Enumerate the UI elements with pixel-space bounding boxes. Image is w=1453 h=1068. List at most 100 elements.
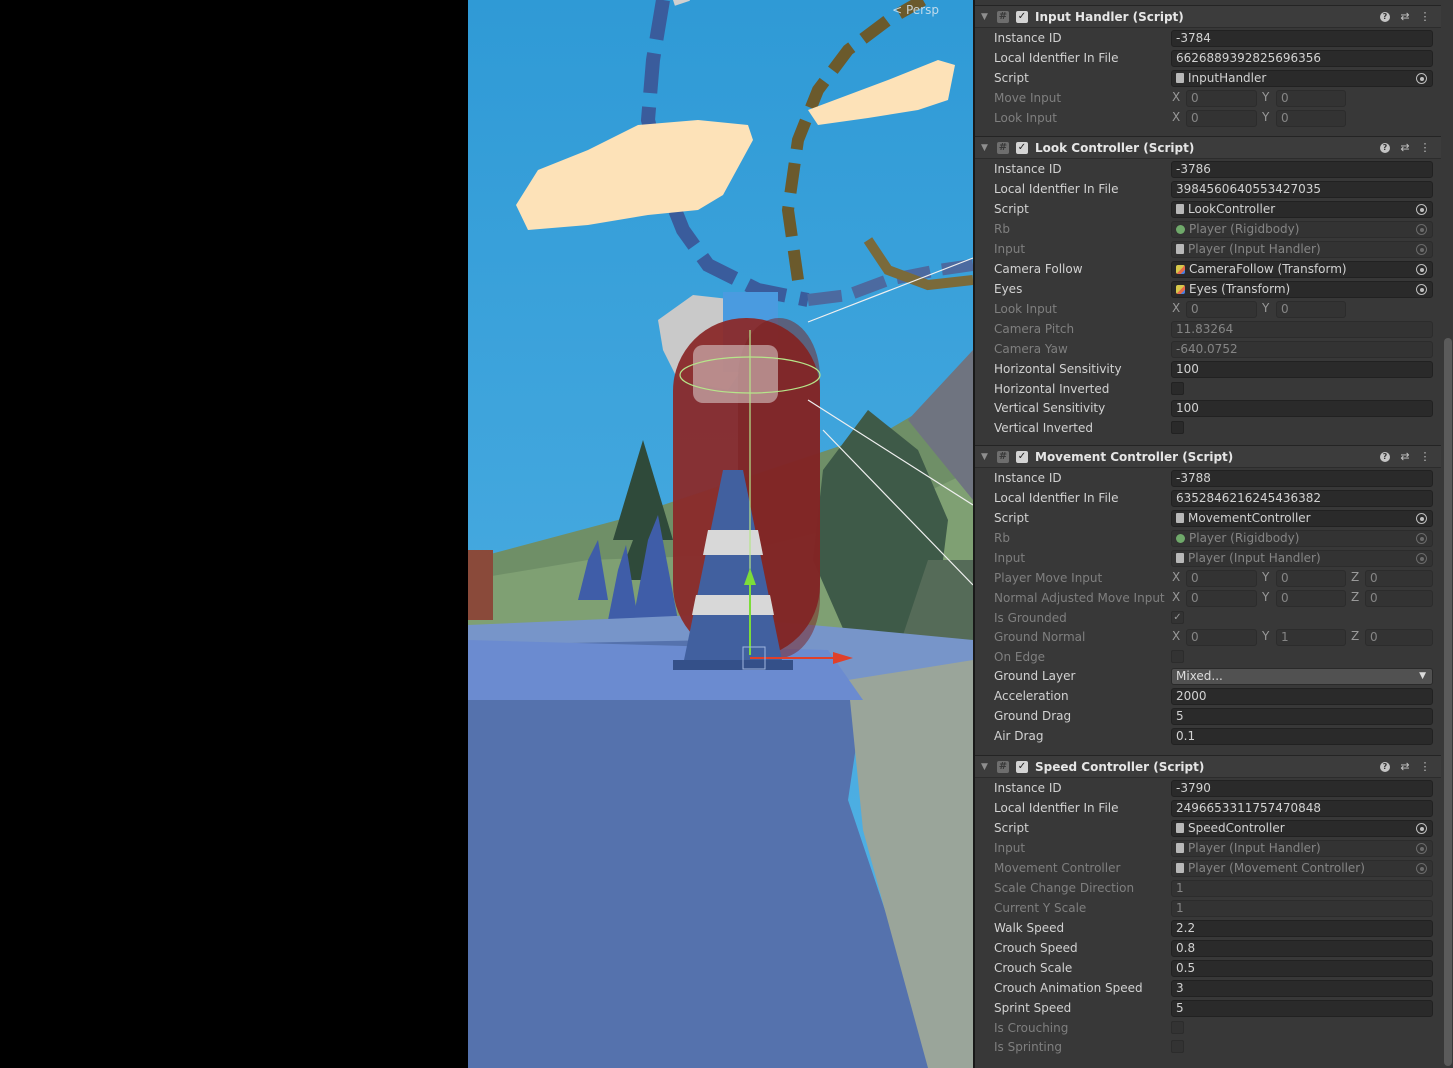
field-input-handler-move-input: Move Input X 0 Y 0: [975, 89, 1441, 109]
value-field[interactable]: -3786: [1171, 161, 1433, 178]
vector-x-field: 0: [1186, 629, 1257, 646]
object-field[interactable]: LookController: [1171, 201, 1433, 218]
object-picker-icon[interactable]: [1416, 244, 1427, 255]
chevron-down-icon: ▼: [1419, 671, 1426, 681]
preset-sliders-icon[interactable]: ⇄: [1395, 141, 1415, 154]
object-field[interactable]: CameraFollow (Transform): [1171, 261, 1433, 278]
scene-persp-label[interactable]: < Persp: [892, 3, 939, 17]
object-picker-icon[interactable]: [1416, 204, 1427, 215]
value-field[interactable]: 6626889392825696356: [1171, 50, 1433, 67]
object-picker-icon[interactable]: [1416, 513, 1427, 524]
value-field[interactable]: 0.8: [1171, 940, 1433, 957]
help-icon[interactable]: ?: [1380, 142, 1390, 153]
foldout-arrow-icon[interactable]: ▼: [981, 452, 991, 462]
help-icon[interactable]: ?: [1380, 11, 1390, 22]
preset-sliders-icon[interactable]: ⇄: [1395, 10, 1415, 23]
vector-x-field: 0: [1186, 90, 1257, 107]
field-look-controller-camera-pitch: Camera Pitch 11.83264: [975, 320, 1441, 340]
dropdown-value: Mixed...: [1176, 669, 1223, 683]
preset-sliders-icon[interactable]: ⇄: [1395, 450, 1415, 463]
scene-view[interactable]: < Persp: [468, 0, 973, 1068]
component-header-look-controller[interactable]: ▼ # ✓ Look Controller (Script)? ⇄ ⋮: [975, 136, 1441, 159]
x-axis-label: X: [1172, 90, 1181, 104]
empty-panel: [0, 0, 468, 1068]
checkbox: [1171, 1021, 1184, 1034]
value-field[interactable]: 6352846216245436382: [1171, 490, 1433, 507]
component-enabled-checkbox[interactable]: ✓: [1016, 141, 1028, 154]
object-picker-icon[interactable]: [1416, 73, 1427, 84]
kebab-menu-icon[interactable]: ⋮: [1415, 450, 1435, 463]
layer-mask-dropdown[interactable]: Mixed... ▼: [1171, 668, 1433, 685]
value-field[interactable]: 100: [1171, 361, 1433, 378]
foldout-arrow-icon[interactable]: ▼: [981, 762, 991, 772]
object-field[interactable]: Eyes (Transform): [1171, 281, 1433, 298]
kebab-menu-icon[interactable]: ⋮: [1415, 141, 1435, 154]
preset-sliders-icon[interactable]: ⇄: [1395, 760, 1415, 773]
help-icon[interactable]: ?: [1380, 451, 1390, 462]
object-picker-icon[interactable]: [1416, 843, 1427, 854]
component-header-input-handler[interactable]: ▼ # ✓ Input Handler (Script)? ⇄ ⋮: [975, 5, 1441, 28]
value-field[interactable]: 5: [1171, 708, 1433, 725]
object-field[interactable]: InputHandler: [1171, 70, 1433, 87]
value-field[interactable]: -3784: [1171, 30, 1433, 47]
field-label: Ground Layer: [994, 669, 1076, 683]
field-look-controller-horizontal-inverted: Horizontal Inverted: [975, 380, 1441, 398]
value-field[interactable]: 3: [1171, 980, 1433, 997]
object-value: Player (Rigidbody): [1189, 531, 1300, 545]
object-picker-icon[interactable]: [1416, 284, 1427, 295]
object-value: Player (Movement Controller): [1188, 861, 1365, 875]
field-look-controller-local-identfier-in-file: Local Identfier In File 39845606405534270…: [975, 180, 1441, 200]
value-field[interactable]: 2496653311757470848: [1171, 800, 1433, 817]
y-axis-label: Y: [1262, 110, 1270, 124]
foldout-arrow-icon[interactable]: ▼: [981, 143, 991, 153]
kebab-menu-icon[interactable]: ⋮: [1415, 10, 1435, 23]
field-look-controller-input: Input Player (Input Handler): [975, 240, 1441, 260]
object-picker-icon[interactable]: [1416, 224, 1427, 235]
y-axis-label: Y: [1262, 629, 1270, 643]
object-field[interactable]: SpeedController: [1171, 820, 1433, 837]
vector-x-field: 0: [1186, 570, 1257, 587]
field-speed-controller-is-crouching: Is Crouching: [975, 1019, 1441, 1037]
object-picker-icon[interactable]: [1416, 823, 1427, 834]
component-header-speed-controller[interactable]: ▼ # ✓ Speed Controller (Script)? ⇄ ⋮: [975, 755, 1441, 778]
value-field[interactable]: 0.1: [1171, 728, 1433, 745]
checkbox: ✓: [1171, 611, 1184, 624]
object-value: CameraFollow (Transform): [1189, 262, 1347, 276]
field-label: Instance ID: [994, 162, 1062, 176]
object-picker-icon[interactable]: [1416, 863, 1427, 874]
component-header-movement-controller[interactable]: ▼ # ✓ Movement Controller (Script)? ⇄ ⋮: [975, 445, 1441, 468]
value-field[interactable]: 0.5: [1171, 960, 1433, 977]
script-icon: [1176, 513, 1184, 523]
field-label: Look Input: [994, 111, 1057, 125]
field-label: Camera Yaw: [994, 342, 1068, 356]
inspector-scrollbar[interactable]: [1444, 338, 1452, 1066]
checkbox[interactable]: [1171, 382, 1184, 395]
object-picker-icon[interactable]: [1416, 553, 1427, 564]
vector-y-field: 0: [1276, 90, 1346, 107]
object-value: Player (Input Handler): [1188, 551, 1321, 565]
foldout-arrow-icon[interactable]: ▼: [981, 12, 991, 22]
value-field[interactable]: 2.2: [1171, 920, 1433, 937]
value-field[interactable]: 3984560640553427035: [1171, 181, 1433, 198]
value-field[interactable]: 100: [1171, 400, 1433, 417]
help-icon[interactable]: ?: [1380, 761, 1390, 772]
object-field[interactable]: MovementController: [1171, 510, 1433, 527]
object-picker-icon[interactable]: [1416, 264, 1427, 275]
field-movement-controller-acceleration: Acceleration 2000: [975, 687, 1441, 707]
kebab-menu-icon[interactable]: ⋮: [1415, 760, 1435, 773]
component-enabled-checkbox[interactable]: ✓: [1016, 760, 1028, 773]
value-field[interactable]: 5: [1171, 1000, 1433, 1017]
component-enabled-checkbox[interactable]: ✓: [1016, 450, 1028, 463]
value-field[interactable]: 2000: [1171, 688, 1433, 705]
field-speed-controller-crouch-speed: Crouch Speed 0.8: [975, 939, 1441, 959]
vector-z-field: 0: [1365, 590, 1433, 607]
object-value: MovementController: [1188, 511, 1311, 525]
field-label: Look Input: [994, 302, 1057, 316]
field-label: Air Drag: [994, 729, 1044, 743]
value-field[interactable]: -3790: [1171, 780, 1433, 797]
value-field[interactable]: -3788: [1171, 470, 1433, 487]
checkbox[interactable]: [1171, 421, 1184, 434]
field-input-handler-local-identfier-in-file: Local Identfier In File 66268893928256963…: [975, 49, 1441, 69]
component-enabled-checkbox[interactable]: ✓: [1016, 10, 1028, 23]
object-picker-icon[interactable]: [1416, 533, 1427, 544]
